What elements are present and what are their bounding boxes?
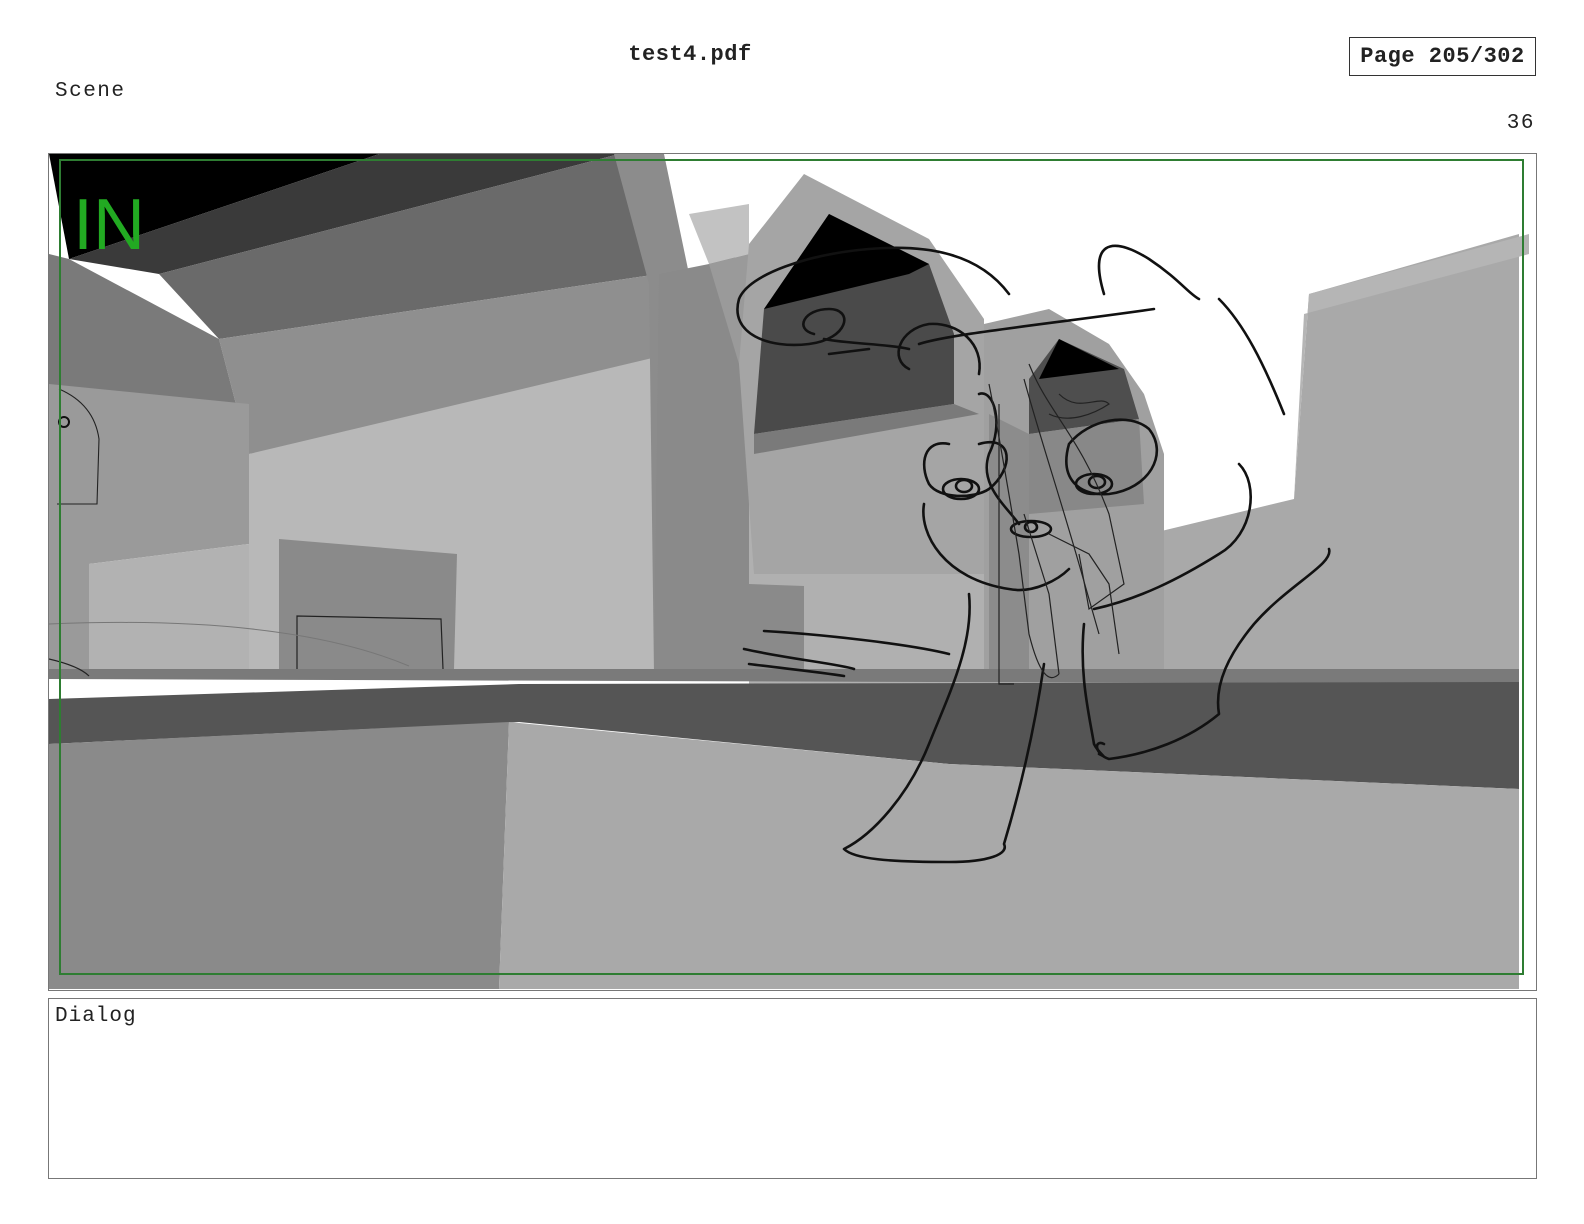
dialog-label: Dialog <box>55 1005 137 1028</box>
document-title: test4.pdf <box>628 42 752 67</box>
storyboard-panel: IN <box>48 153 1537 991</box>
panel-overlay-text: IN <box>73 185 145 265</box>
scene-number: 36 <box>1506 112 1535 135</box>
page-indicator: Page 205/302 <box>1349 37 1536 76</box>
storyboard-sketch: IN <box>49 154 1535 989</box>
dialog-box: Dialog <box>48 998 1537 1179</box>
scene-label: Scene <box>55 80 126 103</box>
